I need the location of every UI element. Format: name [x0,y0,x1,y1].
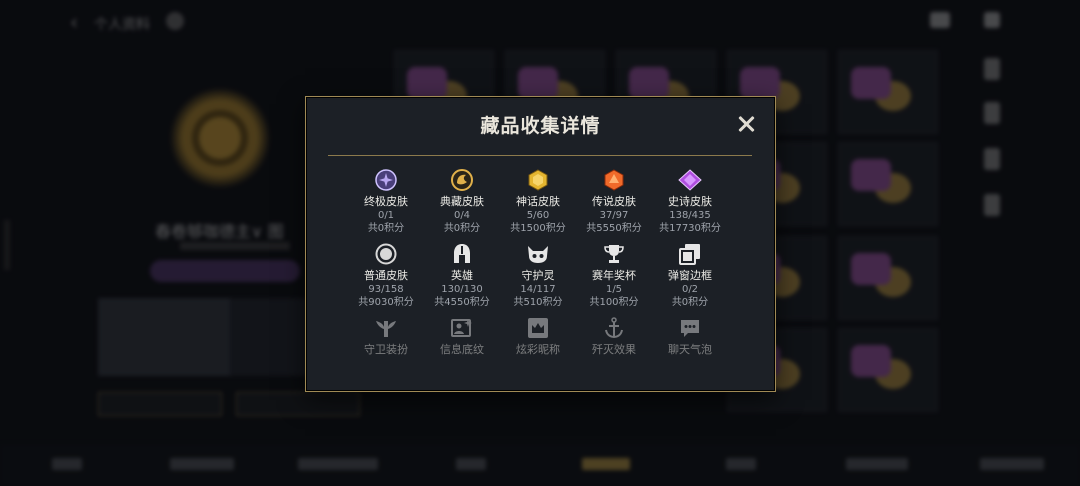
category-points: 共0积分 [671,297,709,308]
category-count: 0/4 [453,210,471,221]
category-points: 共510积分 [513,297,563,308]
collection-row: 终极皮肤 0/1 共0积分 典藏皮肤 0/4 共0积分 神话皮肤 5/60 共1500积分 传说皮… [348,163,748,237]
category-name: 终极皮肤 [364,195,408,208]
category-name: 守护灵 [521,269,555,282]
category-name: 英雄 [451,269,473,282]
collection-row: 普通皮肤 93/158 共9030积分 英雄 130/130 共4550积分 守护灵 14/1… [348,237,748,311]
category-points: 共1500积分 [510,223,566,234]
category-points: 共5550积分 [586,223,642,234]
collection-category[interactable]: 守护灵 14/117 共510积分 [500,237,576,311]
ultimate-skin-icon [348,167,424,193]
epic-skin-icon [652,167,728,193]
title-divider [328,155,752,156]
collection-row: 守卫装扮 信息底纹 炫彩昵称 歼灭效果 聊天气泡 [348,311,748,385]
collection-category[interactable]: 史诗皮肤 138/435 共17730积分 [652,163,728,237]
category-name: 炫彩昵称 [516,343,560,356]
guardian-spirit-icon [500,241,576,267]
category-points: 共0积分 [367,223,405,234]
collection-category[interactable]: 守卫装扮 [348,311,424,385]
collection-category[interactable]: 歼灭效果 [576,311,652,385]
mythic-skin-icon [500,167,576,193]
category-name: 歼灭效果 [592,343,636,356]
category-count: 37/97 [599,210,629,221]
collection-details-dialog: 藏品收集详情 终极皮肤 0/1 共0积分 典藏皮肤 0/4 共0积分 神话皮肤 5/60 共15… [305,96,776,392]
ace-effect-icon [576,315,652,341]
common-skin-icon [348,241,424,267]
category-count: 0/1 [377,210,395,221]
category-count: 130/130 [441,284,483,295]
collection-category[interactable]: 普通皮肤 93/158 共9030积分 [348,237,424,311]
trophy-icon [576,241,652,267]
category-count: 1/5 [605,284,623,295]
ward-skin-icon [348,315,424,341]
category-name: 普通皮肤 [364,269,408,282]
prestige-skin-icon [424,167,500,193]
collection-category[interactable]: 聊天气泡 [652,311,728,385]
chroma-name-icon [500,315,576,341]
category-name: 典藏皮肤 [440,195,484,208]
category-name: 史诗皮肤 [668,195,712,208]
legendary-skin-icon [576,167,652,193]
popup-frame-icon [652,241,728,267]
category-count: 138/435 [669,210,711,221]
category-count: 0/2 [681,284,699,295]
info-banner-icon [424,315,500,341]
collection-category[interactable]: 赛年奖杯 1/5 共100积分 [576,237,652,311]
champion-helmet-icon [424,241,500,267]
category-points: 共0积分 [443,223,481,234]
collection-category[interactable]: 信息底纹 [424,311,500,385]
chat-bubble-icon [652,315,728,341]
collection-category[interactable]: 终极皮肤 0/1 共0积分 [348,163,424,237]
category-count: 14/117 [520,284,556,295]
category-count: 5/60 [526,210,550,221]
category-points: 共100积分 [589,297,639,308]
category-name: 赛年奖杯 [592,269,636,282]
category-name: 传说皮肤 [592,195,636,208]
collection-category[interactable]: 典藏皮肤 0/4 共0积分 [424,163,500,237]
category-name: 守卫装扮 [364,343,408,356]
category-name: 聊天气泡 [668,343,712,356]
collection-category[interactable]: 弹窗边框 0/2 共0积分 [652,237,728,311]
category-count: 93/158 [368,284,404,295]
category-points: 共4550积分 [434,297,490,308]
collection-category[interactable]: 传说皮肤 37/97 共5550积分 [576,163,652,237]
category-points: 共17730积分 [659,223,721,234]
collection-category[interactable]: 炫彩昵称 [500,311,576,385]
category-name: 弹窗边框 [668,269,712,282]
category-name: 信息底纹 [440,343,484,356]
close-icon[interactable] [736,114,756,134]
dialog-title: 藏品收集详情 [480,115,601,137]
collection-category[interactable]: 英雄 130/130 共4550积分 [424,237,500,311]
collection-category[interactable]: 神话皮肤 5/60 共1500积分 [500,163,576,237]
category-name: 神话皮肤 [516,195,560,208]
collection-grid: 终极皮肤 0/1 共0积分 典藏皮肤 0/4 共0积分 神话皮肤 5/60 共1500积分 传说皮… [348,163,748,385]
category-points: 共9030积分 [358,297,414,308]
